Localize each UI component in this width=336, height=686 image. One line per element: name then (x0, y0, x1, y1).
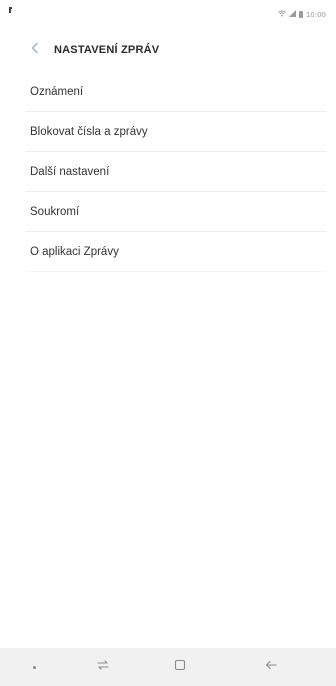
menu-item-privacy[interactable]: Soukromí (26, 192, 326, 232)
status-bar: 10:00 (0, 0, 336, 24)
navigation-bar (0, 648, 336, 686)
screen: 10:00 NASTAVENÍ ZPRÁV Oznámení Blokovat … (0, 0, 336, 686)
menu-item-notifications[interactable]: Oznámení (26, 72, 326, 112)
signal-icon (288, 10, 296, 19)
menu-item-more-settings[interactable]: Další nastavení (26, 152, 326, 192)
settings-menu: Oznámení Blokovat čísla a zprávy Další n… (0, 72, 336, 272)
menu-item-label: Soukromí (30, 205, 80, 218)
menu-item-about[interactable]: O aplikaci Zprávy (26, 232, 326, 272)
dot-icon (32, 665, 36, 669)
back-arrow-icon (264, 658, 278, 676)
menu-item-label: Blokovat čísla a zprávy (30, 125, 148, 138)
app-header: NASTAVENÍ ZPRÁV (0, 36, 336, 64)
status-time: 10:00 (305, 10, 326, 19)
menu-item-block-numbers[interactable]: Blokovat čísla a zprávy (26, 112, 326, 152)
status-icons: 10:00 (278, 10, 326, 19)
home-icon (174, 658, 186, 676)
recent-apps-button[interactable] (90, 648, 116, 686)
menu-item-label: Další nastavení (30, 165, 110, 178)
page-title: NASTAVENÍ ZPRÁV (54, 44, 160, 56)
chevron-left-icon (30, 41, 40, 59)
recent-apps-icon (96, 658, 110, 676)
menu-item-label: O aplikaci Zprávy (30, 245, 119, 258)
menu-item-label: Oznámení (30, 85, 84, 98)
home-button[interactable] (167, 648, 193, 686)
back-button[interactable] (24, 39, 46, 61)
battery-icon (298, 11, 303, 18)
back-nav-button[interactable] (258, 648, 284, 686)
wifi-icon (278, 10, 286, 19)
nav-dot-button[interactable] (24, 648, 44, 686)
